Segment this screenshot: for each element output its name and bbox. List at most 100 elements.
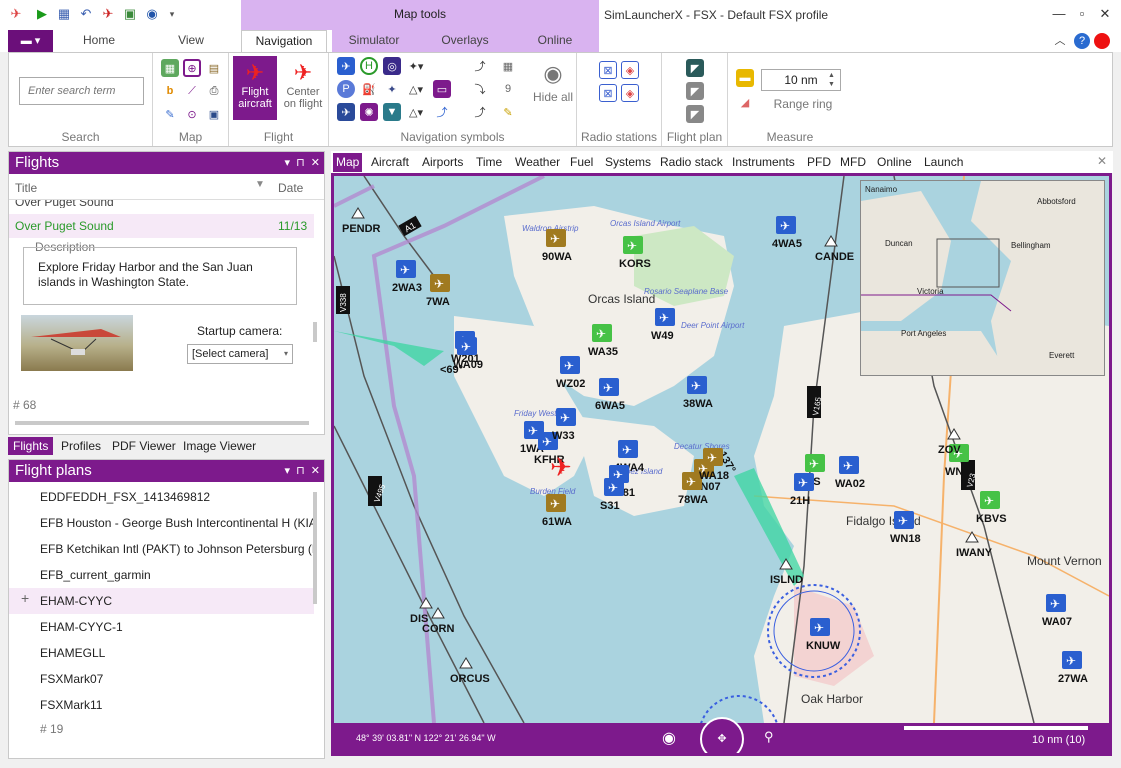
grid-icon[interactable]: ▦ bbox=[499, 57, 517, 75]
flight-plan-item[interactable]: EDDFEDDH_FSX_1413469812 bbox=[9, 484, 314, 510]
vor-icon[interactable]: ◎ bbox=[383, 57, 401, 75]
play-icon[interactable]: ▶ bbox=[32, 4, 52, 24]
map-view[interactable]: A1 V338 V495 V165 V23 <69° 137° Orcas Is… bbox=[331, 173, 1112, 756]
qat-customize-icon[interactable]: ▾ bbox=[162, 4, 182, 24]
plan-open-icon[interactable]: ◤ bbox=[686, 59, 704, 77]
eraser-icon[interactable]: ◢ bbox=[736, 93, 754, 111]
radio-vor-icon[interactable]: ⊠ bbox=[599, 61, 617, 79]
tab-online-map[interactable]: Online bbox=[874, 153, 915, 172]
fix-icon[interactable]: △▾ bbox=[407, 103, 425, 121]
tab-weather[interactable]: Weather bbox=[512, 153, 563, 172]
triangle-icon[interactable]: △▾ bbox=[407, 80, 425, 98]
parking-icon[interactable]: P bbox=[337, 80, 355, 98]
center-on-flight-button[interactable]: ✈ Center on flight bbox=[281, 56, 325, 120]
tab-systems[interactable]: Systems bbox=[602, 153, 654, 172]
tab-mfd[interactable]: MFD bbox=[837, 153, 869, 172]
save-icon[interactable]: ▦ bbox=[54, 4, 74, 24]
tab-navigation[interactable]: Navigation bbox=[241, 30, 327, 52]
hide-all-button[interactable]: Hide all bbox=[529, 91, 577, 103]
flight-plan-item[interactable]: FSXMark07 bbox=[9, 666, 314, 692]
radio-icon[interactable]: ◉ bbox=[142, 4, 162, 24]
user-aircraft-icon[interactable]: ✈ bbox=[550, 452, 572, 482]
landing-icon[interactable]: ⤵ bbox=[471, 80, 489, 98]
file-menu-button[interactable]: ▬ ▾ bbox=[8, 30, 53, 52]
plan-clear-icon[interactable]: ◤ bbox=[686, 105, 704, 123]
airport-symbol-icon[interactable]: ✈ bbox=[337, 57, 355, 75]
runway-icon[interactable]: ⤴ bbox=[471, 103, 489, 121]
panel-tools[interactable]: ▾ ⊓ ✕ bbox=[284, 152, 320, 174]
map-icon[interactable]: ▣ bbox=[120, 4, 140, 24]
route-icon[interactable]: ⟋ bbox=[183, 82, 201, 100]
overview-minimap[interactable]: Nanaimo Abbotsford Duncan Bellingham Vic… bbox=[860, 180, 1105, 376]
flight-plan-item[interactable]: FSXMark11 bbox=[9, 692, 314, 718]
flight-plan-item[interactable]: EHAM-CYYC bbox=[9, 588, 314, 614]
tab-view[interactable]: View bbox=[160, 30, 222, 52]
tab-online[interactable]: Online bbox=[524, 30, 586, 52]
airport-marker[interactable]: ✈ 4WA5 bbox=[772, 216, 802, 250]
radio-ndb-icon[interactable]: ◈ bbox=[621, 61, 639, 79]
tab-fuel[interactable]: Fuel bbox=[567, 153, 596, 172]
tab-pfd[interactable]: PFD bbox=[804, 153, 834, 172]
zoom-search-icon[interactable]: ⚲ bbox=[764, 729, 774, 745]
compass-icon[interactable]: ✺ bbox=[360, 103, 378, 121]
flight-plan-item[interactable]: EHAM-CYYC-1 bbox=[9, 614, 314, 640]
collapse-ribbon-icon[interactable]: ︿ bbox=[1052, 33, 1068, 49]
tab-profiles[interactable]: Profiles bbox=[56, 437, 106, 455]
flight-plan-item[interactable]: EFB Houston - George Bush Intercontinent… bbox=[9, 510, 314, 536]
undo-icon[interactable]: ↶ bbox=[76, 4, 96, 24]
radio-ils-icon[interactable]: ⊠ bbox=[599, 84, 617, 102]
tab-home[interactable]: Home bbox=[66, 30, 132, 52]
tab-map[interactable]: Map bbox=[333, 153, 363, 172]
column-date[interactable]: Date bbox=[278, 181, 303, 195]
plans-panel-tools[interactable]: ▾ ⊓ ✕ bbox=[284, 460, 320, 482]
range-spinner[interactable]: ▲ ▼ bbox=[828, 71, 835, 89]
plans-scrollbar[interactable] bbox=[313, 492, 317, 604]
heliport-icon[interactable]: H bbox=[360, 57, 378, 75]
close-tab-icon[interactable]: ✕ bbox=[1097, 154, 1107, 168]
center-map-icon[interactable]: ⊕ bbox=[183, 59, 201, 77]
map-layer-icon[interactable]: ▦ bbox=[161, 59, 179, 77]
flight-aircraft-button[interactable]: ✈ Flight aircraft bbox=[233, 56, 277, 120]
pan-control[interactable]: ✥ bbox=[700, 717, 744, 753]
record-icon[interactable] bbox=[1094, 33, 1110, 49]
waypoint-star-icon[interactable]: ✦▾ bbox=[407, 57, 425, 75]
maximize-icon[interactable]: ▫ bbox=[1074, 6, 1090, 22]
flight-plan-item[interactable]: EFB Ketchikan Intl (PAKT) to Johnson Pet… bbox=[9, 536, 314, 562]
tab-flights[interactable]: Flights bbox=[8, 437, 54, 455]
eye-icon[interactable]: ◉ bbox=[535, 61, 571, 87]
airport-marker[interactable]: ✈ 7WA bbox=[426, 274, 450, 308]
tab-instruments[interactable]: Instruments bbox=[729, 153, 798, 172]
help-icon[interactable]: ? bbox=[1074, 33, 1090, 49]
tab-image-viewer[interactable]: Image Viewer bbox=[178, 437, 261, 455]
filter-icon[interactable]: ▼ bbox=[255, 179, 265, 190]
tab-airports[interactable]: Airports bbox=[419, 153, 466, 172]
fuel-icon[interactable]: ⛽ bbox=[360, 80, 378, 98]
pencil-icon[interactable]: ✎ bbox=[499, 103, 517, 121]
plane-icon[interactable]: ✈ bbox=[337, 103, 355, 121]
flight-plan-item[interactable]: EHAMEGLL bbox=[9, 640, 314, 666]
camera-select[interactable]: [Select camera] ▾ bbox=[187, 344, 293, 364]
takeoff-icon[interactable]: ⤴ bbox=[471, 57, 489, 75]
ndb-icon[interactable]: ✦ bbox=[383, 80, 401, 98]
zoom-icon[interactable]: ⊙ bbox=[183, 105, 201, 123]
expand-plus-icon[interactable]: + bbox=[21, 590, 29, 606]
ruler-icon[interactable]: ▬ bbox=[736, 69, 754, 87]
partial-flight-row[interactable]: Over Puget Sound bbox=[15, 200, 305, 208]
tab-simulator[interactable]: Simulator bbox=[334, 30, 414, 52]
export-icon[interactable]: ▣ bbox=[205, 105, 223, 123]
route-symbol-icon[interactable]: ▭ bbox=[433, 80, 451, 98]
bing-icon[interactable]: b bbox=[161, 82, 179, 100]
altitude-icon[interactable]: 9 bbox=[499, 80, 517, 98]
horizontal-scrollbar[interactable] bbox=[15, 421, 309, 425]
tab-aircraft[interactable]: Aircraft bbox=[368, 153, 412, 172]
print-icon[interactable]: ⎙ bbox=[205, 82, 223, 100]
selected-flight-row[interactable]: Over Puget Sound 11/13 bbox=[9, 214, 314, 238]
tab-launch[interactable]: Launch bbox=[921, 153, 966, 172]
vertical-scrollbar[interactable] bbox=[313, 322, 317, 342]
flight-plan-item[interactable]: EFB_current_garmin bbox=[9, 562, 314, 588]
tab-time[interactable]: Time bbox=[473, 153, 505, 172]
aircraft-icon[interactable]: ✈ bbox=[98, 4, 118, 24]
link-icon[interactable]: ⤴ bbox=[433, 103, 451, 121]
airport-marker[interactable]: ✈ 38WA bbox=[683, 376, 713, 410]
search-input[interactable] bbox=[19, 77, 144, 105]
